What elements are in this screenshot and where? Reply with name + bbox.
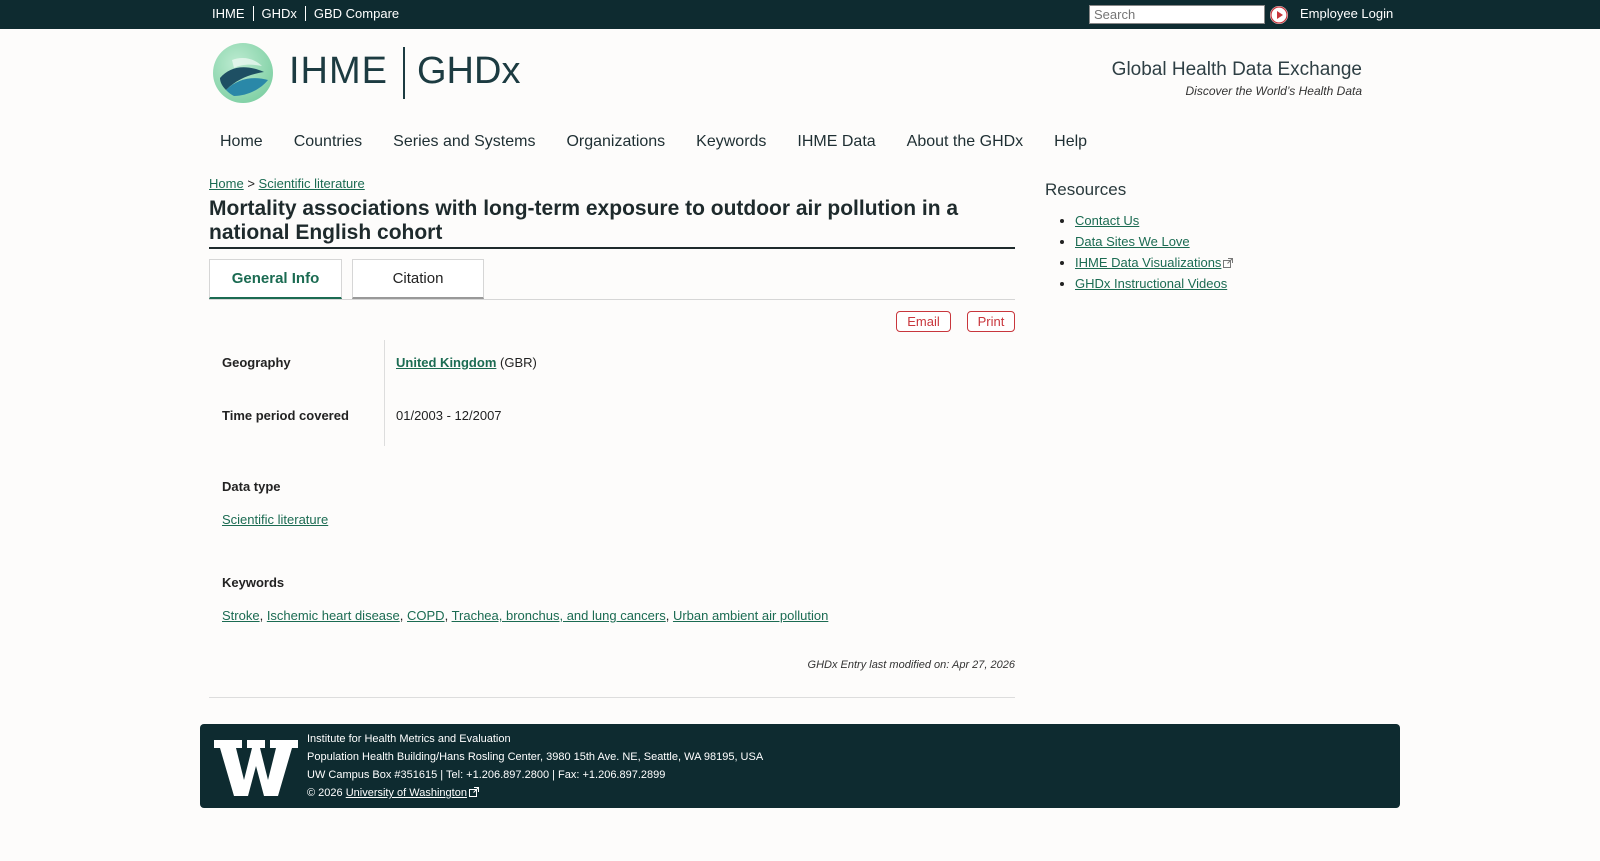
footer-line-copyright: © 2026 University of Washington (307, 784, 763, 802)
content-divider (209, 697, 1015, 698)
play-arrow-icon (1270, 6, 1288, 24)
nav-home[interactable]: Home (220, 133, 263, 151)
page-title: Mortality associations with long-term ex… (209, 197, 1015, 249)
external-link-icon (1223, 258, 1234, 268)
tab-citation[interactable]: Citation (352, 259, 484, 299)
nav-keywords[interactable]: Keywords (696, 133, 766, 151)
top-link-ghdx[interactable]: GHDx (262, 6, 297, 21)
employee-login-link[interactable]: Employee Login (1300, 6, 1393, 21)
tab-general-info[interactable]: General Info (209, 259, 342, 299)
keyword-link[interactable]: COPD (407, 608, 445, 623)
data-type-value: Scientific literature (222, 512, 328, 527)
breadcrumb-home[interactable]: Home (209, 176, 244, 191)
geography-value: United Kingdom (GBR) (396, 355, 537, 370)
nav-help[interactable]: Help (1054, 133, 1087, 151)
copyright-text: © 2026 (307, 787, 343, 799)
time-period-value: 01/2003 - 12/2007 (396, 408, 502, 423)
top-bar: IHME GHDx GBD Compare Employee Login (0, 0, 1600, 29)
brand-divider (403, 47, 405, 99)
nav-countries[interactable]: Countries (294, 133, 362, 151)
resource-item: IHME Data Visualizations (1075, 255, 1234, 270)
nav-ihme-data[interactable]: IHME Data (797, 133, 875, 151)
footer-text: Institute for Health Metrics and Evaluat… (307, 730, 763, 802)
brand-ihme[interactable]: IHME (289, 50, 388, 93)
uw-w-logo-icon[interactable] (214, 738, 298, 798)
footer-line-address: Population Health Building/Hans Rosling … (307, 751, 764, 763)
data-type-link[interactable]: Scientific literature (222, 512, 328, 527)
keyword-link[interactable]: Ischemic heart disease (267, 608, 400, 623)
divider (252, 6, 254, 21)
nav-organizations[interactable]: Organizations (566, 133, 665, 151)
search-input[interactable] (1089, 5, 1265, 24)
uw-link[interactable]: University of Washington (346, 787, 467, 799)
breadcrumb-current[interactable]: Scientific literature (259, 176, 365, 191)
resource-ihme-visualizations[interactable]: IHME Data Visualizations (1075, 255, 1221, 270)
footer-line-institute: Institute for Health Metrics and Evaluat… (307, 733, 511, 745)
top-link-gbd-compare[interactable]: GBD Compare (314, 6, 399, 21)
ihme-logo[interactable] (212, 42, 274, 104)
tabs-underline (209, 299, 1015, 300)
last-modified-note: GHDx Entry last modified on: Apr 27, 202… (807, 659, 1015, 671)
breadcrumb-separator: > (247, 176, 255, 191)
email-button[interactable]: Email (896, 311, 951, 332)
footer-line-contact: UW Campus Box #351615 | Tel: +1.206.897.… (307, 769, 666, 781)
main-nav: Home Countries Series and Systems Organi… (220, 133, 1118, 151)
geography-link[interactable]: United Kingdom (396, 355, 496, 370)
keywords-label: Keywords (222, 575, 285, 590)
top-link-ihme[interactable]: IHME (212, 6, 245, 21)
geography-label: Geography (222, 355, 291, 370)
footer: Institute for Health Metrics and Evaluat… (200, 724, 1400, 808)
keywords-list: Stroke, Ischemic heart disease, COPD, Tr… (222, 608, 829, 623)
keyword-link[interactable]: Stroke (222, 608, 260, 623)
nav-about-the-ghdx[interactable]: About the GHDx (907, 133, 1024, 151)
resource-item: Data Sites We Love (1075, 234, 1233, 249)
resource-item: GHDx Instructional Videos (1075, 276, 1233, 291)
brand-ghdx[interactable]: GHDx (417, 50, 520, 93)
keyword-link[interactable]: Trachea, bronchus, and lung cancers (452, 608, 666, 623)
resource-data-sites[interactable]: Data Sites We Love (1075, 234, 1190, 249)
nav-series-and-systems[interactable]: Series and Systems (393, 133, 535, 151)
external-link-icon (468, 787, 479, 797)
print-button[interactable]: Print (967, 311, 1015, 332)
search-submit-button[interactable] (1270, 6, 1288, 24)
info-column-divider (384, 340, 385, 446)
geography-code: (GBR) (500, 355, 537, 370)
data-type-label: Data type (222, 479, 281, 494)
resource-contact-us[interactable]: Contact Us (1075, 213, 1139, 228)
divider (304, 6, 306, 21)
top-links: IHME GHDx GBD Compare (212, 6, 399, 21)
breadcrumb: Home > Scientific literature (209, 176, 365, 191)
resources-list: Contact Us Data Sites We Love IHME Data … (1075, 213, 1234, 297)
ihme-leaf-logo-icon (213, 43, 273, 103)
tagline-subtitle: Discover the World’s Health Data (1185, 84, 1362, 98)
resource-instructional-videos[interactable]: GHDx Instructional Videos (1075, 276, 1227, 291)
resource-item: Contact Us (1075, 213, 1233, 228)
keyword-link[interactable]: Urban ambient air pollution (673, 608, 828, 623)
tagline-title: Global Health Data Exchange (1111, 59, 1362, 80)
time-period-label: Time period covered (222, 408, 349, 423)
resources-heading: Resources (1045, 180, 1127, 199)
